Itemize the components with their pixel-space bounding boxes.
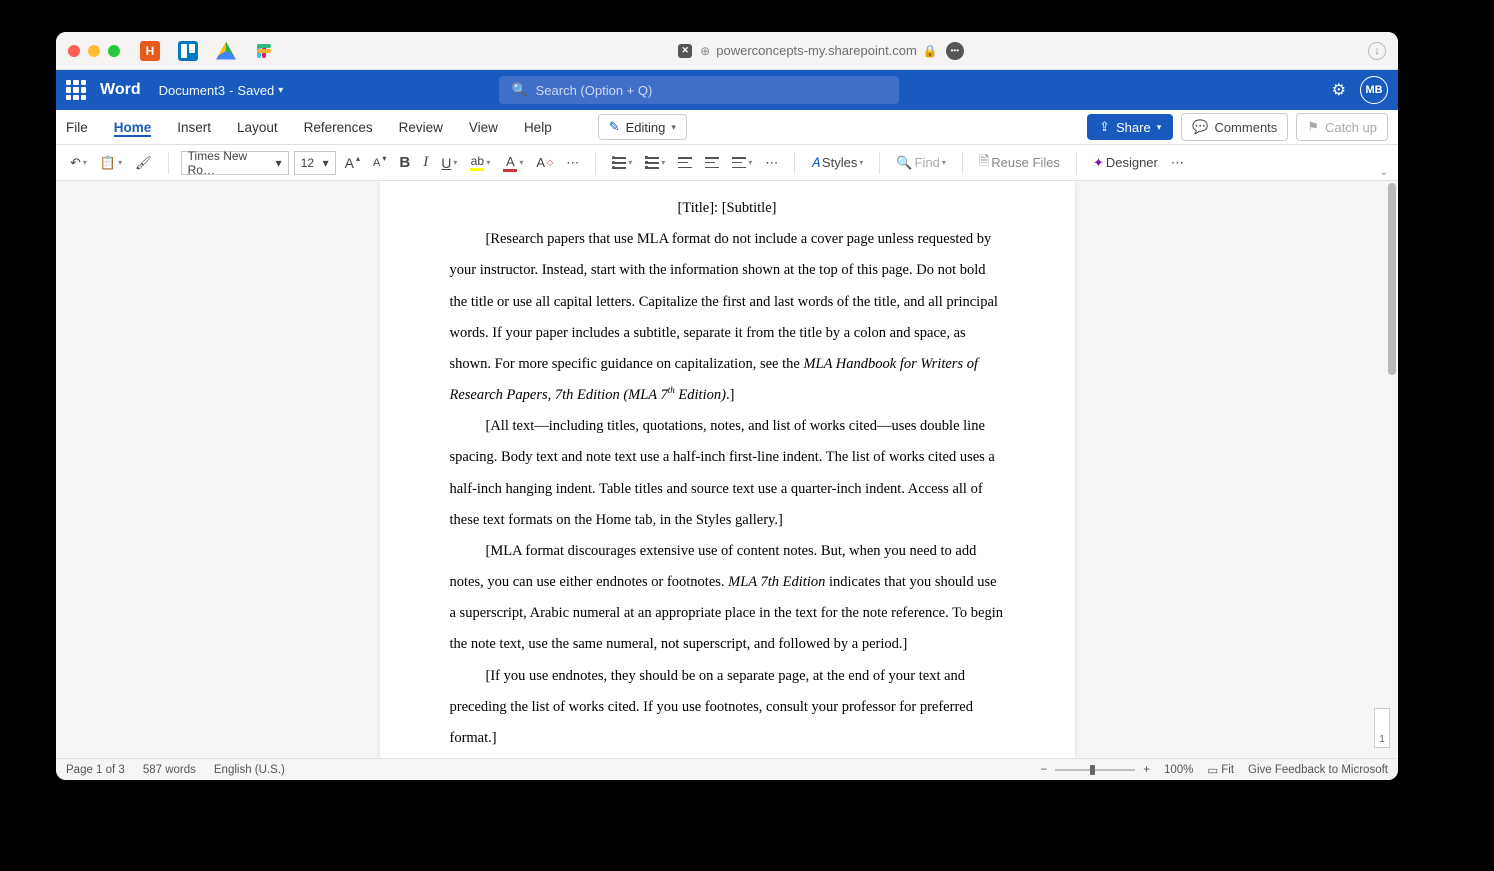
browser-chrome: H ✕ ⊕ powerconcepts-my.sharepoint.com 🔒 … (56, 32, 1398, 70)
browser-extensions: H (140, 41, 274, 61)
page-indicator: 1 (1374, 708, 1390, 748)
page-count[interactable]: Page 1 of 3 (66, 764, 125, 776)
doc-paragraph: [MLA format discourages extensive use of… (450, 536, 1005, 661)
user-avatar[interactable]: MB (1360, 76, 1388, 104)
shrink-font-button[interactable]: A▾ (369, 154, 390, 172)
designer-icon: ✦ (1093, 155, 1104, 171)
more-commands-button[interactable]: ⋯ (1167, 152, 1188, 174)
highlight-button[interactable]: ab▾ (466, 151, 494, 174)
tab-help[interactable]: Help (524, 118, 552, 137)
language-status[interactable]: English (U.S.) (214, 764, 285, 776)
document-canvas: [Title]: [Subtitle] [Research papers tha… (56, 181, 1398, 758)
share-button[interactable]: ⇪ Share ▾ (1087, 114, 1173, 140)
reader-x-icon[interactable]: ✕ (678, 44, 692, 58)
close-window[interactable] (68, 45, 80, 57)
align-button[interactable]: ▾ (728, 154, 756, 171)
font-color-button[interactable]: A▾ (499, 151, 527, 175)
paste-button[interactable]: 📋▾ (96, 152, 126, 174)
document-title[interactable]: Document3 - Saved ▾ (159, 83, 284, 98)
word-count[interactable]: 587 words (143, 764, 196, 776)
search-input[interactable]: 🔍 Search (Option + Q) (499, 76, 899, 104)
tab-file[interactable]: File (66, 118, 88, 137)
extension-drive-icon[interactable] (216, 42, 236, 60)
maximize-window[interactable] (108, 45, 120, 57)
tab-home[interactable]: Home (114, 118, 152, 137)
zoom-level[interactable]: 100% (1164, 764, 1193, 776)
app-header: Word Document3 - Saved ▾ 🔍 Search (Optio… (56, 70, 1398, 110)
decrease-indent-button[interactable] (674, 154, 696, 171)
fit-icon: ▭ (1207, 763, 1218, 777)
collapse-ribbon-icon[interactable]: ⌄ (1380, 167, 1388, 178)
more-font-button[interactable]: ⋯ (562, 152, 583, 174)
extension-slack-icon[interactable] (254, 41, 274, 61)
site-menu-icon[interactable]: ••• (946, 42, 964, 60)
clear-formatting-button[interactable]: A◇ (532, 152, 557, 173)
url-text: powerconcepts-my.sharepoint.com (716, 43, 917, 58)
catch-up-button[interactable]: ⚑ Catch up (1296, 113, 1388, 141)
zoom-out-icon[interactable]: − (1041, 764, 1048, 776)
file-icon: 🗎 (979, 152, 989, 174)
extension-trello-icon[interactable] (178, 41, 198, 61)
reuse-files-button[interactable]: 🗎 Reuse Files (975, 149, 1064, 177)
share-icon: ⇪ (1099, 119, 1110, 135)
app-window: H ✕ ⊕ powerconcepts-my.sharepoint.com 🔒 … (56, 32, 1398, 780)
document-page[interactable]: [Title]: [Subtitle] [Research papers tha… (380, 181, 1075, 758)
zoom-in-icon[interactable]: + (1143, 764, 1150, 776)
downloads-icon[interactable]: ↓ (1368, 42, 1386, 60)
italic-button[interactable]: I (419, 151, 432, 174)
increase-indent-button[interactable] (701, 154, 723, 171)
tab-view[interactable]: View (469, 118, 498, 137)
status-bar: Page 1 of 3 587 words English (U.S.) − +… (56, 758, 1398, 780)
comments-button[interactable]: 💬 Comments (1181, 113, 1288, 141)
designer-button[interactable]: ✦ Designer (1089, 152, 1162, 174)
tab-review[interactable]: Review (399, 118, 443, 137)
chevron-down-icon: ▾ (1157, 122, 1162, 133)
lock-icon: 🔒 (923, 44, 938, 58)
app-name: Word (100, 81, 141, 99)
search-icon: 🔍 (896, 155, 912, 171)
styles-icon: 𝐴 (811, 155, 820, 171)
settings-icon[interactable]: ⚙ (1332, 80, 1346, 100)
app-launcher-icon[interactable] (66, 80, 86, 100)
font-family-select[interactable]: Times New Ro…▾ (181, 151, 289, 175)
number-list-button[interactable]: ▾ (641, 154, 669, 172)
bold-button[interactable]: B (395, 151, 414, 174)
bullet-list-button[interactable]: ▾ (608, 154, 636, 172)
font-size-select[interactable]: 12▾ (294, 151, 336, 175)
doc-title-line: [Title]: [Subtitle] (450, 193, 1005, 224)
underline-button[interactable]: U▾ (437, 152, 461, 174)
window-controls (68, 45, 120, 57)
tab-insert[interactable]: Insert (177, 118, 211, 137)
site-info-icon: ⊕ (700, 44, 710, 58)
chevron-down-icon: ▾ (278, 85, 283, 96)
feedback-link[interactable]: Give Feedback to Microsoft (1248, 764, 1388, 776)
undo-button[interactable]: ↶▾ (66, 152, 91, 174)
scrollbar-thumb[interactable] (1388, 183, 1396, 375)
tab-references[interactable]: References (304, 118, 373, 137)
grow-font-button[interactable]: A▴ (341, 152, 364, 174)
ribbon-toolbar: ↶▾ 📋▾ 🖌 Times New Ro…▾ 12▾ A▴ A▾ B I U▾ … (56, 145, 1398, 181)
chevron-down-icon: ▾ (671, 122, 676, 133)
editing-mode-button[interactable]: ✎ Editing ▾ (598, 114, 687, 140)
extension-h-icon[interactable]: H (140, 41, 160, 61)
address-bar[interactable]: ✕ ⊕ powerconcepts-my.sharepoint.com 🔒 ••… (282, 42, 1360, 60)
format-painter-button[interactable]: 🖌 (131, 152, 156, 174)
minimize-window[interactable] (88, 45, 100, 57)
find-button[interactable]: 🔍 Find▾ (892, 152, 950, 174)
tab-layout[interactable]: Layout (237, 118, 278, 137)
doc-paragraph: [All text—including titles, quotations, … (450, 411, 1005, 536)
doc-paragraph: [Research papers that use MLA format do … (450, 224, 1005, 411)
search-icon: 🔍 (511, 82, 527, 98)
comment-icon: 💬 (1192, 119, 1208, 135)
more-paragraph-button[interactable]: ⋯ (761, 152, 782, 174)
zoom-slider[interactable]: − + (1041, 764, 1150, 776)
pen-icon: ✎ (609, 119, 620, 135)
flag-icon: ⚑ (1307, 119, 1319, 135)
doc-paragraph: [If you use endnotes, they should be on … (450, 661, 1005, 755)
fit-button[interactable]: ▭Fit (1207, 763, 1234, 777)
styles-button[interactable]: 𝐴 Styles▾ (807, 152, 867, 174)
ribbon-tabs: File Home Insert Layout References Revie… (56, 110, 1398, 145)
